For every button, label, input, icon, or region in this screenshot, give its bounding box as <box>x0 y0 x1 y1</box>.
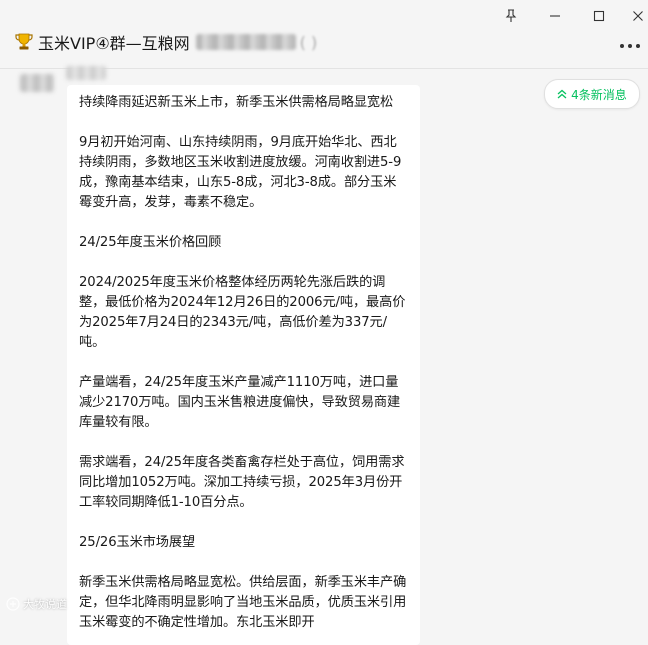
chat-title-suffix: ( ) <box>299 32 318 52</box>
minimize-icon <box>550 15 560 17</box>
message-paragraph: 需求端看，24/25年度各类畜禽存栏处于高位，饲用需求同比增加1052万吨。深加… <box>79 455 405 510</box>
sender-avatar[interactable] <box>20 74 54 92</box>
message-paragraph: 25/26玉米市场展望 <box>79 535 196 550</box>
message-paragraph: 2024/2025年度玉米价格整体经历两轮先涨后跌的调整，最低价格为2024年1… <box>79 275 406 350</box>
pin-icon <box>505 9 517 22</box>
message-paragraph: 24/25年度玉米价格回顾 <box>79 235 222 250</box>
message-paragraph: 9月初开始河南、山东持续阴雨，9月底开始华北、西北持续阴雨，多数地区玉米收割进度… <box>79 135 402 210</box>
message-paragraph: 新季玉米供需格局略显宽松。供给层面，新季玉米丰产确定，但华北降雨明显影响了当地玉… <box>79 575 407 630</box>
close-icon <box>633 11 643 21</box>
message-text: 持续降雨延迟新玉米上市，新季玉米供需格局略显宽松 9月初开始河南、山东持续阴雨，… <box>67 85 420 633</box>
more-button[interactable] <box>618 38 642 54</box>
pin-button[interactable] <box>501 6 521 26</box>
message-paragraph: 持续降雨延迟新玉米上市，新季玉米供需格局略显宽松 <box>79 95 394 110</box>
watermark-label: 大牧说道 <box>23 598 67 611</box>
trophy-icon <box>15 33 33 50</box>
message-bubble[interactable]: 持续降雨延迟新玉米上市，新季玉米供需格局略显宽松 9月初开始河南、山东持续阴雨，… <box>67 85 420 645</box>
redacted-sender-name <box>66 66 106 80</box>
message-paragraph: 产量端看，24/25年度玉米产量减产1110万吨，进口量减少2170万吨。国内玉… <box>79 375 401 430</box>
more-icon <box>620 44 640 48</box>
watermark: 大牧说道 <box>6 596 67 612</box>
chat-title: 玉米VIP④群—互粮网 ( ) <box>14 30 317 54</box>
new-messages-button[interactable]: 4条新消息 <box>544 79 640 109</box>
maximize-icon <box>593 10 605 22</box>
watermark-logo-icon <box>6 597 20 611</box>
close-button[interactable] <box>628 6 648 26</box>
double-chevron-up-icon <box>557 89 567 99</box>
redacted-title-part <box>195 34 296 50</box>
minimize-button[interactable] <box>545 6 565 26</box>
new-messages-label: 4条新消息 <box>571 87 627 102</box>
title-bar: 玉米VIP④群—互粮网 ( ) <box>0 0 648 69</box>
maximize-button[interactable] <box>589 6 609 26</box>
chat-title-text: 玉米VIP④群—互粮网 <box>38 34 190 53</box>
